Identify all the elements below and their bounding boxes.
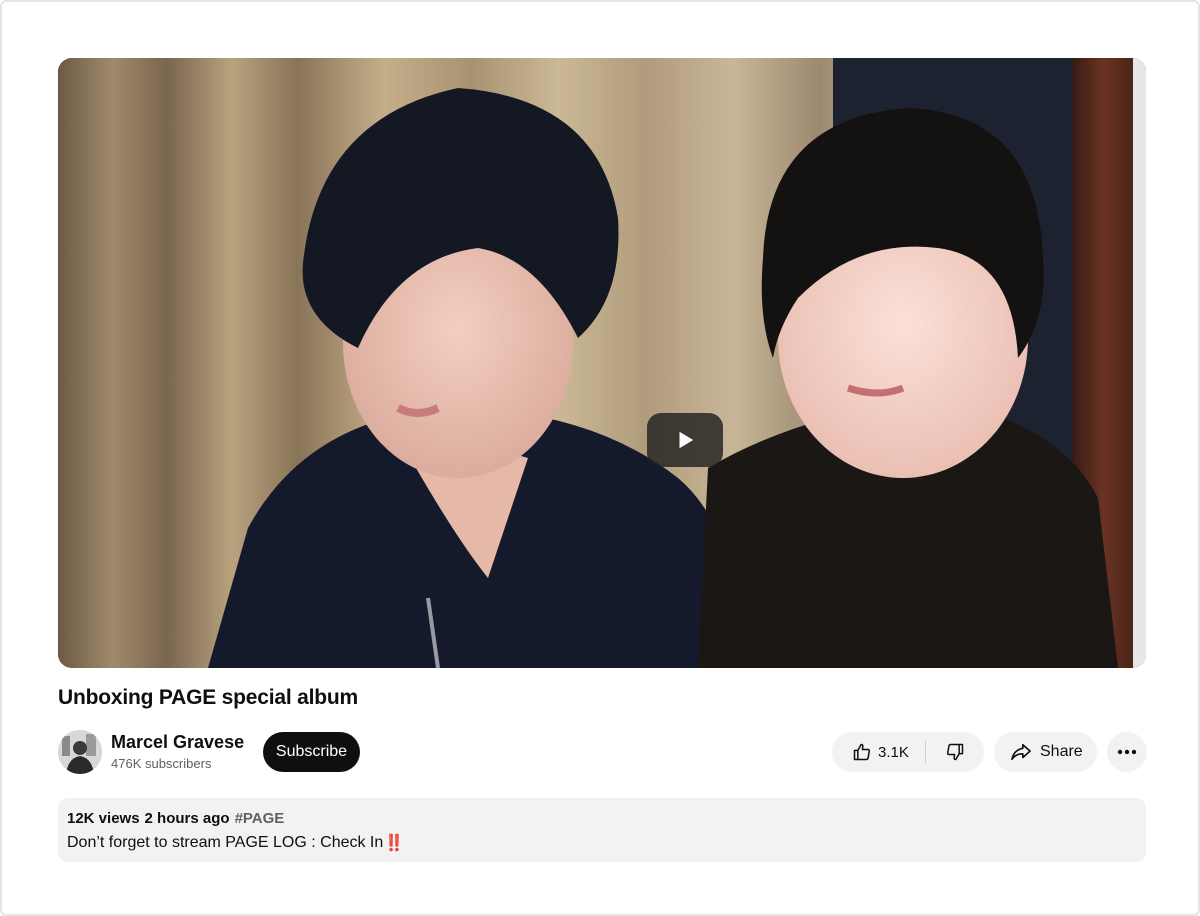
video-title: Unboxing PAGE special album (58, 686, 358, 709)
like-dislike-group: 3.1K (832, 732, 984, 772)
more-actions-button[interactable] (1107, 732, 1147, 772)
description-meta: 12K views 2 hours ago #PAGE (67, 810, 1137, 827)
video-player[interactable] (58, 58, 1146, 668)
thumbs-down-icon (946, 743, 964, 761)
channel-avatar[interactable] (58, 730, 102, 774)
description-box[interactable]: 12K views 2 hours ago #PAGE Don’t forget… (58, 798, 1146, 862)
thumbs-up-icon (853, 743, 871, 761)
play-button[interactable] (647, 413, 723, 467)
share-button[interactable]: Share (994, 732, 1097, 772)
subscribe-button[interactable]: Subscribe (263, 732, 360, 772)
dislike-button[interactable] (926, 732, 984, 772)
channel-name[interactable]: Marcel Gravese (111, 732, 244, 753)
share-arrow-icon (1011, 743, 1031, 761)
description-text: Don’t forget to stream PAGE LOG : Check … (67, 834, 384, 851)
subscriber-count: 476K subscribers (111, 756, 212, 771)
description-text-row: Don’t forget to stream PAGE LOG : Check … (67, 833, 1137, 853)
share-label: Share (1040, 743, 1083, 760)
more-horizontal-icon (1117, 749, 1137, 755)
avatar-image (58, 730, 102, 774)
view-count: 12K views (67, 810, 140, 827)
play-icon (679, 431, 694, 449)
double-exclamation-emoji: ‼️ (384, 835, 404, 852)
hashtag-link[interactable]: #PAGE (235, 810, 285, 827)
like-button[interactable]: 3.1K (832, 732, 925, 772)
like-count: 3.1K (878, 743, 909, 761)
upload-time: 2 hours ago (144, 810, 230, 827)
window-frame: Unboxing PAGE special album Marcel Grave… (0, 0, 1200, 916)
video-thumbnail (58, 58, 1146, 668)
